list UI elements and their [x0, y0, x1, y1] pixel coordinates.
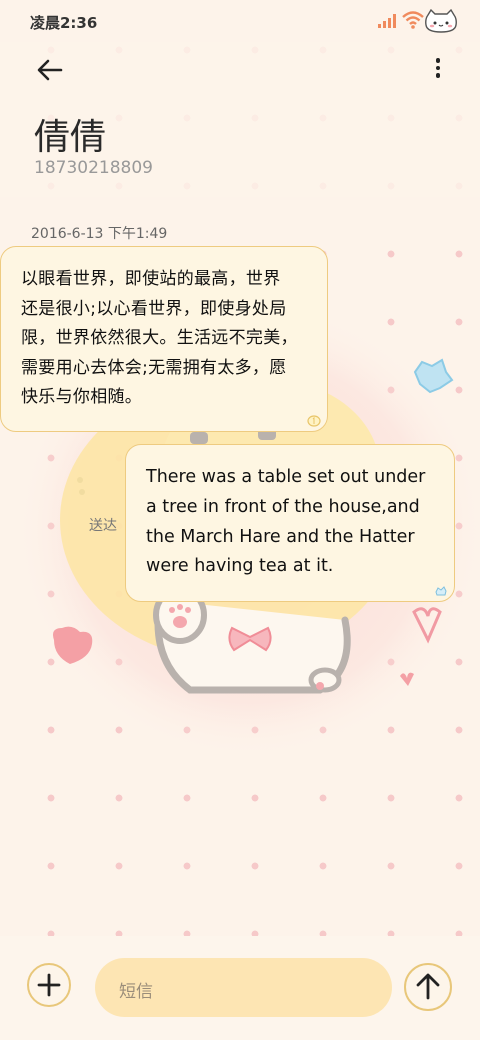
- back-arrow-icon[interactable]: [34, 54, 66, 86]
- outgoing-message-bubble[interactable]: There was a table set out under a tree i…: [125, 444, 455, 602]
- incoming-message-bubble[interactable]: 以眼看世界，即使站的最高，世界 还是很小;以心看世界，即使身处局 限，世界依然很…: [0, 246, 328, 432]
- incoming-line: 以眼看世界，即使站的最高，世界: [21, 269, 281, 289]
- conversation-header: 倩倩 18730218809: [0, 42, 480, 197]
- contact-number: 18730218809: [34, 158, 153, 178]
- outgoing-line: a tree in front of the house,and: [146, 496, 420, 517]
- bubble-deco-icon: [307, 415, 321, 427]
- incoming-message-text: 以眼看世界，即使站的最高，世界 还是很小;以心看世界，即使身处局 限，世界依然很…: [21, 265, 317, 413]
- signal-icon: [378, 14, 396, 28]
- message-timestamp: 2016-6-13 下午1:49: [31, 226, 168, 242]
- incoming-line: 快乐与你相随。: [21, 387, 143, 407]
- incoming-line: 需要用心去体会;无需拥有太多，愿: [21, 357, 287, 378]
- add-attachment-button[interactable]: [27, 963, 71, 1007]
- message-input[interactable]: 短信: [95, 958, 392, 1017]
- status-bar: 凌晨2:36: [0, 0, 480, 42]
- contact-name: 倩倩: [34, 117, 107, 158]
- delivered-status: 送达: [89, 518, 117, 534]
- wifi-icon: [402, 11, 424, 29]
- outgoing-line: There was a table set out under: [146, 467, 426, 487]
- incoming-line: 限，世界依然很大。生活远不完美，: [21, 328, 298, 348]
- outgoing-message-text: There was a table set out under a tree i…: [146, 463, 446, 582]
- send-button[interactable]: [404, 963, 452, 1011]
- battery-cat-icon: [425, 9, 457, 33]
- plus-icon: [37, 973, 61, 997]
- outgoing-line: the March Hare and the Hatter: [146, 526, 415, 547]
- incoming-line: 还是很小;以心看世界，即使身处局: [21, 298, 287, 319]
- outgoing-line: were having tea at it.: [146, 556, 334, 577]
- send-arrow-icon: [416, 973, 440, 1000]
- bubble-deco-icon: [435, 586, 447, 596]
- status-time: 凌晨2:36: [30, 14, 98, 32]
- message-input-placeholder: 短信: [119, 982, 153, 1002]
- more-vertical-icon[interactable]: [432, 56, 444, 84]
